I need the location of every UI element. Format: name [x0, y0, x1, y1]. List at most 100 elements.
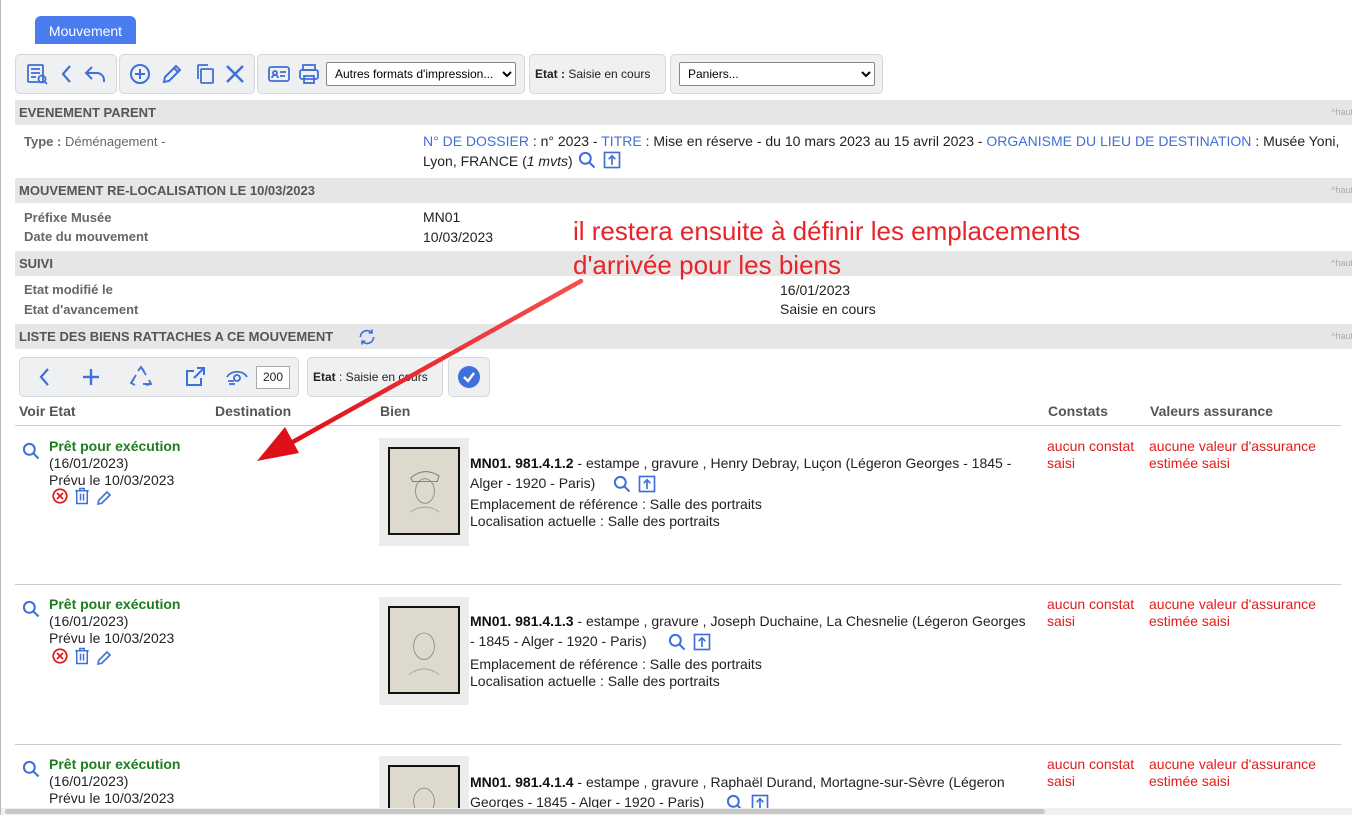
etat-modifie-label: Etat modifié le [24, 282, 113, 297]
add-circle-icon[interactable] [127, 61, 153, 87]
toolbar-etat-status: Etat : Saisie en cours [529, 54, 666, 94]
annotation-text: il restera ensuite à définir les emplace… [573, 216, 1081, 280]
undo-icon[interactable] [82, 61, 108, 87]
back-to-top-link[interactable]: ^haut [1331, 100, 1352, 125]
toolbar-paniers-group: Paniers... [670, 54, 883, 94]
localisation-actuelle: Localisation actuelle : Salle des portra… [470, 513, 720, 529]
eye-scan-icon[interactable] [224, 364, 250, 390]
trash-icon[interactable] [73, 647, 91, 665]
column-constats[interactable]: Constats [1048, 403, 1108, 419]
portrait-sketch-image [388, 606, 460, 694]
constat-status: saisi [1047, 613, 1076, 629]
status-date: (16/01/2023) [49, 613, 129, 629]
paniers-select[interactable]: Paniers... [679, 62, 875, 86]
section-header-liste-biens: LISTE DES BIENS RATTACHES A CE MOUVEMENT… [15, 324, 1352, 349]
etat-value: Saisie en cours [568, 67, 651, 81]
portrait-sketch-image [388, 765, 460, 808]
search-icon[interactable] [612, 474, 632, 494]
organisme-label: ORGANISME DU LIEU DE DESTINATION [986, 133, 1252, 149]
section-header-evenement-parent: EVENEMENT PARENT ^haut [15, 100, 1352, 125]
etat-label: Etat : [535, 67, 565, 81]
toolbar-print-group: Autres formats d'impression... [257, 54, 525, 94]
tab-mouvement[interactable]: Mouvement [35, 16, 136, 44]
titre-label: TITRE [601, 133, 642, 149]
back-to-top-link[interactable]: ^haut [1331, 324, 1352, 349]
artwork-thumbnail[interactable] [379, 597, 469, 705]
open-record-icon[interactable] [602, 150, 622, 170]
status-date: (16/01/2023) [49, 455, 129, 471]
divider [15, 744, 1341, 745]
open-record-icon[interactable] [692, 632, 712, 652]
print-formats-select[interactable]: Autres formats d'impression... [326, 62, 516, 86]
emplacement-reference: Emplacement de référence : Salle des por… [470, 656, 762, 672]
prevu-date: Prévu le 10/03/2023 [49, 630, 175, 646]
plus-icon[interactable] [78, 364, 104, 390]
type-field: Type : Déménagement - [24, 134, 166, 149]
annotation-arrow [257, 278, 584, 461]
toolbar-edit-group [119, 54, 255, 94]
prefixe-value: MN01 [423, 209, 461, 225]
column-valeurs-assurance[interactable]: Valeurs assurance [1150, 403, 1273, 419]
bien-description: MN01. 981.4.1.3 - estampe , gravure , Jo… [470, 613, 1026, 649]
dossier-details: N° DE DOSSIER : n° 2023 - TITRE : Mise e… [423, 133, 1340, 169]
recycle-icon[interactable] [128, 364, 154, 390]
inventory-number[interactable]: MN01. 981.4.1.3 [470, 613, 574, 629]
back-to-top-link[interactable]: ^haut [1331, 178, 1352, 203]
valeur-assurance-status: aucune valeur d'assurance [1149, 438, 1316, 454]
etat-modifie-value: 16/01/2023 [780, 282, 851, 298]
prefixe-label: Préfixe Musée [24, 210, 112, 225]
trash-icon[interactable] [73, 487, 91, 505]
valeur-assurance-status: estimée saisi [1149, 455, 1230, 471]
horizontal-scrollbar[interactable] [1, 808, 1352, 815]
cancel-circle-icon[interactable] [51, 487, 69, 505]
prevu-date: Prévu le 10/03/2023 [49, 790, 175, 806]
chevron-left-icon[interactable] [32, 364, 58, 390]
divider [15, 584, 1341, 585]
back-to-top-link[interactable]: ^haut [1331, 251, 1352, 276]
valeur-assurance-status: aucune valeur d'assurance [1149, 756, 1316, 772]
prevu-date: Prévu le 10/03/2023 [49, 472, 175, 488]
list-details-icon[interactable] [24, 61, 50, 87]
valeur-assurance-status: estimée saisi [1149, 773, 1230, 789]
date-mouvement-value: 10/03/2023 [423, 229, 494, 245]
etat-avancement-label: Etat d'avancement [24, 302, 139, 317]
valeur-assurance-status: aucune valeur d'assurance [1149, 596, 1316, 612]
inventory-number[interactable]: MN01. 981.4.1.4 [470, 774, 574, 790]
cancel-circle-icon[interactable] [51, 647, 69, 665]
dossier-label: N° DE DOSSIER [423, 133, 529, 149]
app-frame: Mouvement Autres formats d'impression...… [0, 0, 1352, 815]
status-badge: Prêt pour exécution [49, 596, 181, 612]
divider [15, 425, 1341, 426]
section-header-mouvement: MOUVEMENT RE-LOCALISATION LE 10/03/2023 … [15, 178, 1352, 203]
artwork-thumbnail[interactable] [379, 756, 469, 808]
open-record-icon[interactable] [637, 474, 657, 494]
emplacement-reference: Emplacement de référence : Salle des por… [470, 496, 762, 512]
column-voir-etat[interactable]: Voir Etat [19, 403, 76, 419]
chevron-left-icon[interactable] [54, 61, 80, 87]
constat-status: saisi [1047, 773, 1076, 789]
etat-avancement-value: Saisie en cours [780, 301, 876, 317]
pencil-icon[interactable] [95, 649, 113, 667]
search-icon[interactable] [21, 441, 41, 461]
scrollbar-thumb[interactable] [5, 809, 1045, 814]
pencil-icon[interactable] [95, 489, 113, 507]
search-icon[interactable] [577, 150, 597, 170]
date-mouvement-label: Date du mouvement [24, 229, 149, 244]
constat-status: saisi [1047, 455, 1076, 471]
valeur-assurance-status: estimée saisi [1149, 613, 1230, 629]
status-badge: Prêt pour exécution [49, 438, 181, 454]
close-icon[interactable] [222, 61, 248, 87]
search-icon[interactable] [667, 632, 687, 652]
external-link-icon[interactable] [182, 364, 208, 390]
search-icon[interactable] [21, 759, 41, 779]
id-card-icon[interactable] [266, 61, 292, 87]
toolbar-navigation-group [15, 54, 117, 94]
copy-icon[interactable] [192, 61, 218, 87]
search-icon[interactable] [725, 793, 745, 808]
open-record-icon[interactable] [750, 793, 770, 808]
search-icon[interactable] [21, 599, 41, 619]
pencil-icon[interactable] [159, 61, 185, 87]
constat-status: aucun constat [1047, 438, 1135, 454]
constat-status: aucun constat [1047, 596, 1135, 612]
print-icon[interactable] [296, 61, 322, 87]
